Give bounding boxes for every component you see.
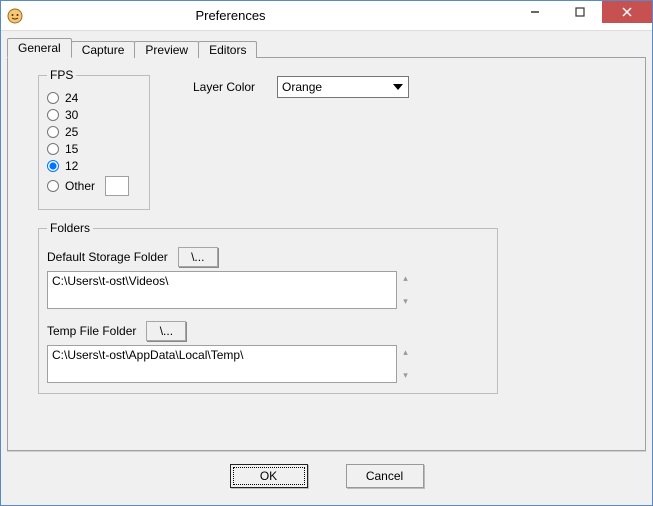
- tab-general[interactable]: General: [7, 38, 72, 58]
- layer-color-label: Layer Color: [193, 80, 255, 94]
- close-button[interactable]: [602, 1, 652, 23]
- close-icon: [622, 7, 632, 17]
- titlebar: Preferences: [1, 1, 652, 31]
- tab-preview[interactable]: Preview: [134, 41, 199, 58]
- fps-legend: FPS: [47, 68, 76, 82]
- chevron-down-icon: [390, 79, 406, 95]
- window-title: Preferences: [0, 8, 512, 23]
- scroll-down-icon: ▾: [397, 296, 414, 307]
- fps-radio-12[interactable]: [47, 160, 59, 172]
- scroll-down-icon: ▾: [397, 370, 414, 381]
- fps-radio-25[interactable]: [47, 126, 59, 138]
- folders-group: Folders Default Storage Folder \... ▴ ▾ …: [38, 221, 498, 394]
- browse-temp-button[interactable]: \...: [146, 321, 186, 341]
- default-storage-path[interactable]: [47, 271, 397, 309]
- maximize-icon: [575, 7, 585, 17]
- preferences-window: Preferences General Capture Preview Edit…: [0, 0, 653, 506]
- temp-path-scroll[interactable]: ▴ ▾: [397, 345, 414, 383]
- window-controls: [512, 1, 652, 30]
- default-storage-label: Default Storage Folder: [47, 250, 168, 264]
- minimize-button[interactable]: [512, 1, 557, 23]
- fps-radio-other[interactable]: [47, 180, 59, 192]
- fps-label-30: 30: [65, 108, 78, 122]
- fps-label-24: 24: [65, 91, 78, 105]
- tab-body-general: FPS 24 30 25 15: [7, 57, 646, 451]
- maximize-button[interactable]: [557, 1, 602, 23]
- fps-label-12: 12: [65, 159, 78, 173]
- tab-capture[interactable]: Capture: [71, 41, 136, 58]
- fps-radio-30[interactable]: [47, 109, 59, 121]
- scroll-up-icon: ▴: [397, 347, 414, 358]
- fps-group: FPS 24 30 25 15: [38, 68, 150, 210]
- default-path-scroll[interactable]: ▴ ▾: [397, 271, 414, 309]
- temp-folder-label: Temp File Folder: [47, 324, 136, 338]
- fps-label-15: 15: [65, 142, 78, 156]
- cancel-button[interactable]: Cancel: [346, 464, 424, 488]
- scroll-up-icon: ▴: [397, 273, 414, 284]
- fps-radio-15[interactable]: [47, 143, 59, 155]
- minimize-icon: [530, 7, 540, 17]
- layer-color-combo[interactable]: Orange: [277, 76, 409, 98]
- tab-row: General Capture Preview Editors: [7, 35, 646, 57]
- fps-radio-24[interactable]: [47, 92, 59, 104]
- layer-color-row: Layer Color Orange: [193, 76, 409, 98]
- client-area: General Capture Preview Editors FPS 24 3…: [1, 31, 652, 505]
- layer-color-value: Orange: [282, 80, 390, 94]
- fps-other-input[interactable]: [105, 176, 129, 196]
- folders-legend: Folders: [47, 221, 93, 235]
- dialog-button-row: OK Cancel: [7, 451, 646, 499]
- browse-default-button[interactable]: \...: [178, 247, 218, 267]
- fps-label-25: 25: [65, 125, 78, 139]
- fps-label-other: Other: [65, 179, 95, 193]
- temp-folder-path[interactable]: [47, 345, 397, 383]
- ok-button[interactable]: OK: [230, 464, 308, 488]
- tab-editors[interactable]: Editors: [198, 41, 257, 58]
